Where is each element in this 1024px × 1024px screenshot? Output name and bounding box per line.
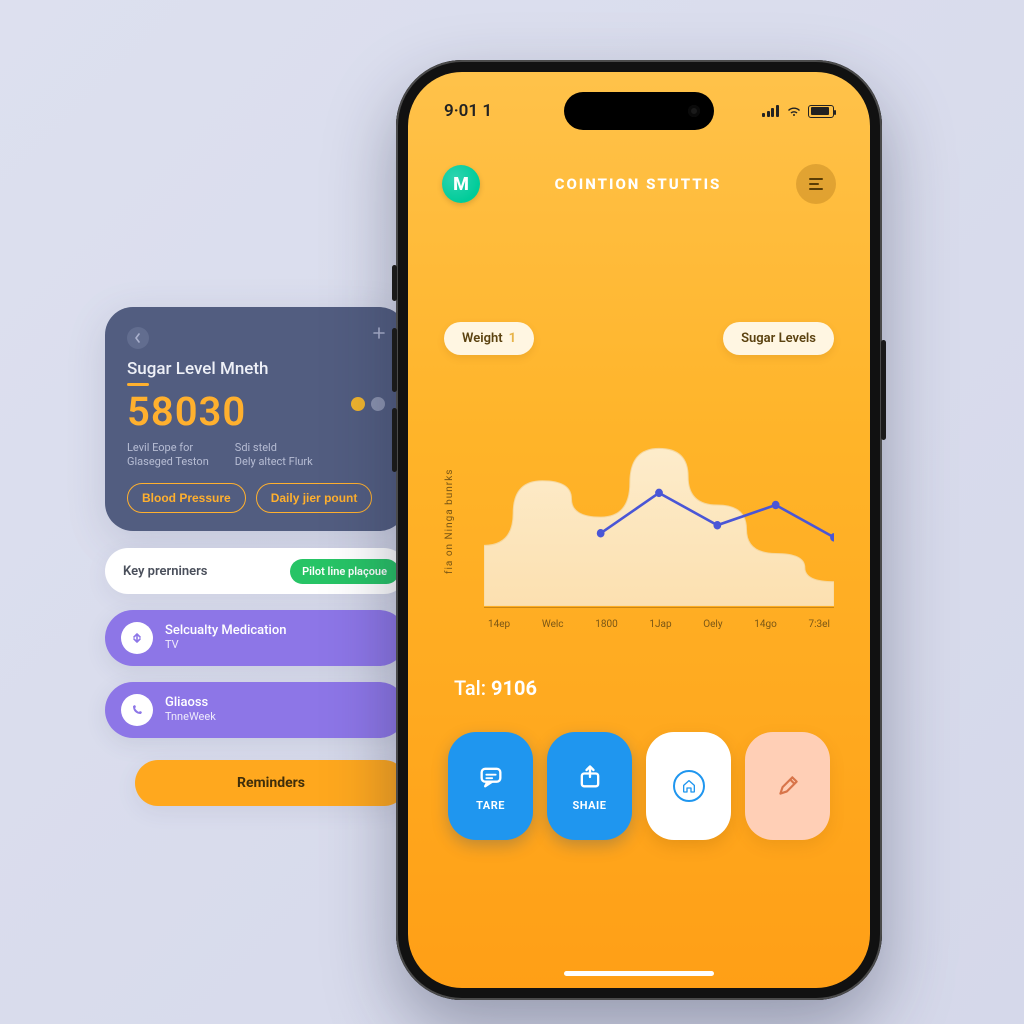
medication-sub: TV (165, 639, 286, 652)
edit-button[interactable] (745, 732, 830, 840)
accent-rule (127, 383, 149, 386)
tare-button[interactable]: TARE (448, 732, 533, 840)
volume-up (392, 328, 397, 392)
col-1-line-1: Levil Eope for (127, 441, 209, 455)
chart-xtick: 1Jap (649, 619, 671, 630)
chart-xtick: Welc (542, 619, 564, 630)
menu-button[interactable] (796, 164, 836, 204)
tare-label: TARE (476, 799, 505, 812)
chart: fia on Ninga bunrks 14epWelc18001JapOely… (450, 404, 834, 640)
total-label: Tal: (454, 676, 486, 700)
gliaoss-label: Gliaoss (165, 696, 216, 711)
chat-icon (475, 761, 507, 793)
chart-xtick: 7:3el (809, 619, 830, 630)
home-button[interactable] (646, 732, 731, 840)
medication-label: Selcualty Medication (165, 624, 286, 639)
battery-icon (808, 105, 834, 118)
app-header: M COINTION STUTTIS (408, 164, 870, 204)
card-columns: Levil Eope for Glaseged Teston Sdi steld… (127, 441, 385, 469)
pager-dots (351, 397, 385, 411)
add-icon[interactable] (373, 327, 385, 343)
key-preminers-badge[interactable]: Pilot line plaçoue (290, 559, 399, 584)
reminders-label: Reminders (237, 775, 305, 791)
medication-text: Selcualty Medication TV (165, 624, 286, 652)
total-readout: Tal: 9106 (454, 676, 537, 700)
back-icon[interactable] (127, 327, 149, 349)
filter-chips: Weight 1 Sugar Levels (408, 322, 870, 355)
card-title: Sugar Level Mneth (127, 349, 385, 379)
phone-icon (121, 694, 153, 726)
home-icon (673, 770, 705, 802)
chart-ylabel: fia on Ninga bunrks (444, 440, 462, 602)
blood-pressure-button[interactable]: Blood Pressure (127, 483, 246, 513)
col-2-line-1: Sdi steld (235, 441, 313, 455)
chart-plot (484, 404, 834, 606)
share-icon (574, 761, 606, 793)
sugar-chip-label: Sugar Levels (741, 331, 816, 346)
gliaoss-sub: TnneWeek (165, 711, 216, 724)
dot-active[interactable] (351, 397, 365, 411)
cellular-icon (762, 105, 780, 117)
col-2-line-2: Dely altect Flurk (235, 455, 313, 469)
chart-xtick: 1800 (595, 619, 617, 630)
total-value: 9106 (491, 676, 537, 700)
col-1: Levil Eope for Glaseged Teston (127, 441, 209, 469)
home-indicator[interactable] (564, 971, 714, 976)
key-preminers-row[interactable]: Key prerniners Pilot line plaçoue (105, 548, 407, 594)
weight-chip-label: Weight (462, 331, 503, 346)
status-bar: 9·01 1 (408, 94, 870, 128)
status-time: 9·01 1 (444, 101, 492, 121)
chart-xtick: Oely (703, 619, 722, 630)
app-title: COINTION STUTTIS (555, 175, 722, 193)
gliaoss-text: Gliaoss TnneWeek (165, 696, 216, 724)
card-pills: Blood Pressure Daily jier pount (127, 483, 385, 513)
status-icons (762, 105, 834, 118)
daily-count-button[interactable]: Daily jier pount (256, 483, 373, 513)
col-1-line-2: Glaseged Teston (127, 455, 209, 469)
weight-chip-value: 1 (509, 331, 516, 346)
app-logo[interactable]: M (442, 165, 480, 203)
wifi-icon (786, 105, 802, 117)
weight-chip[interactable]: Weight 1 (444, 322, 534, 355)
sugar-level-card: Sugar Level Mneth 58030 Levil Eope for G… (105, 307, 407, 531)
share-button[interactable]: SHAIE (547, 732, 632, 840)
chart-xlabels: 14ep Welc 1800 1Jap Oely 14go 7:3el (484, 619, 834, 630)
col-2: Sdi steld Dely altect Flurk (235, 441, 313, 469)
gliaoss-row[interactable]: Gliaoss TnneWeek (105, 682, 407, 738)
sugar-levels-chip[interactable]: Sugar Levels (723, 322, 834, 355)
chart-xtick: 14go (754, 619, 777, 630)
key-preminers-label: Key prerniners (123, 564, 207, 579)
chart-axis (484, 607, 834, 608)
phone-frame: 9·01 1 M COINTION STUTTIS Weight 1 (396, 60, 882, 1000)
power-button (881, 340, 886, 440)
action-row: TARE SHAIE (448, 732, 830, 840)
chart-xtick: 14ep (488, 619, 510, 630)
phone-screen: 9·01 1 M COINTION STUTTIS Weight 1 (408, 72, 870, 988)
volume-down (392, 408, 397, 472)
menu-icon (807, 177, 825, 191)
medication-row[interactable]: Selcualty Medication TV (105, 610, 407, 666)
share-label: SHAIE (573, 799, 607, 812)
pencil-icon (772, 770, 804, 802)
dot-inactive[interactable] (371, 397, 385, 411)
silent-switch (392, 265, 397, 301)
sugar-value: 58030 (127, 388, 385, 435)
reminders-button[interactable]: Reminders (135, 760, 407, 806)
updown-icon (121, 622, 153, 654)
